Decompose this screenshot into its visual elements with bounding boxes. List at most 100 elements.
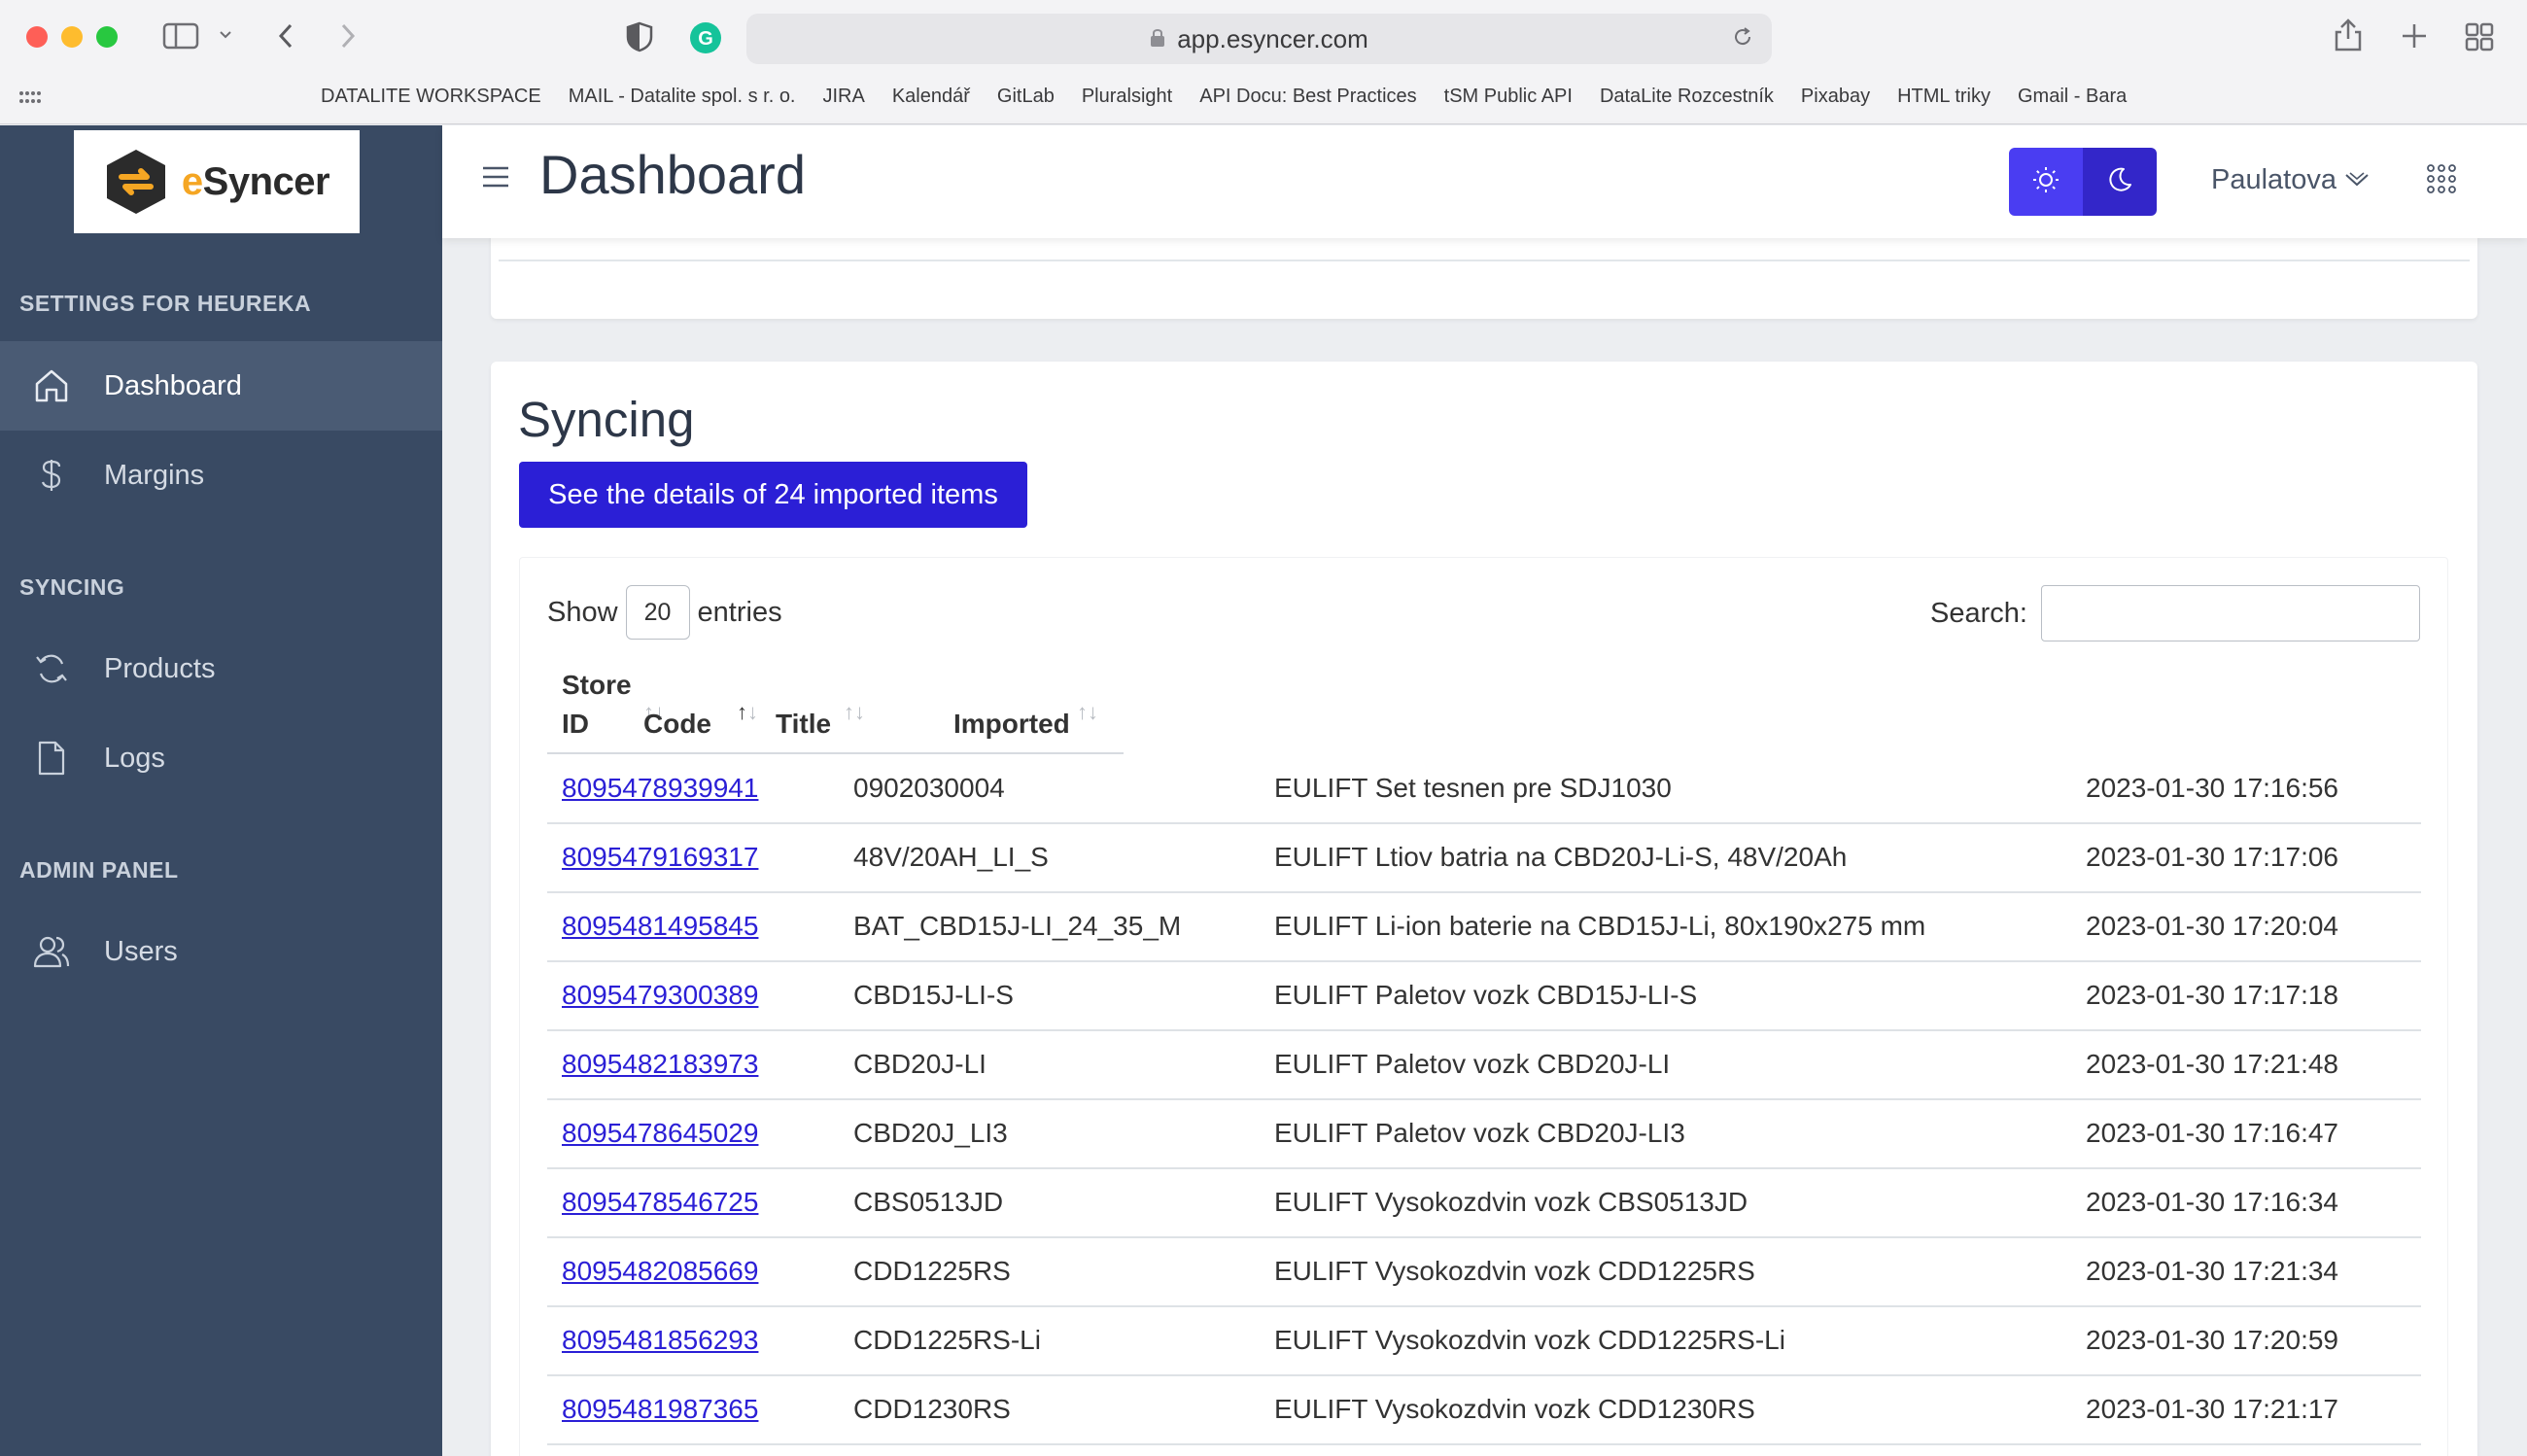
bookmark[interactable]: GitLab	[997, 86, 1055, 108]
column-header-imported[interactable]: Imported	[953, 705, 1070, 744]
bookmark[interactable]: DATALITE WORKSPACE	[321, 86, 541, 108]
sidebar-heading-syncing: SYNCING	[19, 574, 125, 600]
search-input[interactable]	[2041, 585, 2420, 641]
store-id-cell: 8095479169317	[562, 842, 758, 873]
esyncer-logo[interactable]: eSyncer	[74, 130, 360, 233]
hamburger-menu-icon[interactable]	[481, 164, 510, 194]
close-window-button[interactable]	[26, 26, 48, 48]
sidebar-item-label: Products	[104, 652, 216, 684]
store-id-link[interactable]: 8095478645029	[562, 1118, 758, 1148]
title-cell: EULIFT Paletov vozk CBD20J-LI	[1274, 1049, 1671, 1079]
bookmark[interactable]: JIRA	[823, 86, 865, 108]
store-id-link[interactable]: 8095482085669	[562, 1256, 758, 1286]
imported-cell: 2023-01-30 17:17:06	[2086, 842, 2338, 872]
sort-icon[interactable]: ↑↓	[1077, 700, 1098, 725]
code-cell: CDD1225RS-Li	[853, 1325, 1041, 1355]
bookmark[interactable]: Pluralsight	[1082, 86, 1172, 108]
sidebar-item-products[interactable]: Products	[0, 624, 442, 713]
store-id-cell: 8095482183973	[562, 1049, 758, 1080]
address-bar[interactable]: app.esyncer.com	[746, 14, 1772, 64]
page-size-select[interactable]: 20	[625, 585, 690, 640]
svg-text:G: G	[698, 28, 713, 50]
bookmark[interactable]: Kalendář	[892, 86, 970, 108]
bookmark[interactable]: tSM Public API	[1444, 86, 1573, 108]
light-mode-button[interactable]	[2009, 148, 2083, 216]
see-details-button[interactable]: See the details of 24 imported items	[519, 462, 1027, 528]
sidebar-heading-settings: SETTINGS FOR HEUREKA	[19, 291, 312, 316]
sun-icon	[2031, 165, 2060, 199]
column-header-title[interactable]: Title	[776, 705, 831, 744]
theme-toggle[interactable]	[2009, 148, 2157, 216]
back-icon[interactable]	[276, 21, 295, 51]
file-icon	[28, 740, 75, 777]
sidebar-heading-admin: ADMIN PANEL	[19, 857, 179, 883]
sidebar-item-users[interactable]: Users	[0, 907, 442, 996]
title-cell: EULIFT Set tesnen pre SDJ1030	[1274, 773, 1672, 803]
chevron-down-icon	[2344, 164, 2370, 196]
bookmark[interactable]: MAIL - Datalite spol. s r. o.	[569, 86, 796, 108]
sidebar-toggle-icon[interactable]	[162, 21, 199, 51]
user-menu[interactable]: Paulatova	[2211, 164, 2370, 196]
code-cell: CBD20J_LI3	[853, 1118, 1008, 1148]
privacy-shield-icon[interactable]	[626, 21, 653, 52]
sort-icon[interactable]: ↑↓	[844, 700, 865, 725]
store-id-cell: 8095478645029	[562, 1118, 758, 1149]
logo-text: eSyncer	[181, 159, 330, 203]
share-icon[interactable]	[2333, 17, 2364, 52]
sidebar-item-margins[interactable]: Margins	[0, 431, 442, 520]
lock-icon	[1150, 24, 1165, 54]
sort-ascending-icon[interactable]: ↑↓	[737, 700, 758, 725]
store-id-link[interactable]: 8095479300389	[562, 980, 758, 1010]
code-cell: CBD20J-LI	[853, 1049, 987, 1079]
section-title: Syncing	[518, 392, 695, 447]
store-id-link[interactable]: 8095478546725	[562, 1187, 758, 1217]
bookmark[interactable]: HTML triky	[1897, 86, 1990, 108]
table-row: 8095482085669 CDD1225RS EULIFT Vysokozdv…	[547, 1238, 2421, 1307]
imported-cell: 2023-01-30 17:20:04	[2086, 911, 2338, 941]
sidebar-item-dashboard[interactable]: Dashboard	[0, 341, 442, 431]
store-id-link[interactable]: 8095481987365	[562, 1394, 758, 1424]
grammarly-extension-icon[interactable]: G	[689, 21, 722, 54]
bookmark[interactable]: DataLite Rozcestník	[1600, 86, 1774, 108]
top-header: Dashboard Paulatova	[442, 125, 2527, 238]
minimize-window-button[interactable]	[61, 26, 83, 48]
column-header-store-id[interactable]: Store ID	[562, 666, 632, 744]
title-cell: EULIFT Ltiov batria na CBD20J-Li-S, 48V/…	[1274, 842, 1848, 872]
store-id-cell: 8095478939941	[562, 773, 758, 804]
tab-overview-icon[interactable]	[2464, 21, 2495, 52]
bookmark[interactable]: API Docu: Best Practices	[1199, 86, 1416, 108]
zoom-window-button[interactable]	[96, 26, 118, 48]
chevron-down-icon[interactable]	[218, 27, 233, 43]
store-id-link[interactable]: 8095479169317	[562, 842, 758, 872]
bookmark[interactable]: Gmail - Bara	[2018, 86, 2127, 108]
apps-grid-icon[interactable]	[2425, 162, 2458, 200]
store-id-link[interactable]: 8095481495845	[562, 911, 758, 941]
store-id-link[interactable]: 8095481856293	[562, 1325, 758, 1355]
store-id-link[interactable]: 8095478939941	[562, 773, 758, 803]
imported-cell: 2023-01-30 17:20:59	[2086, 1325, 2338, 1355]
reload-icon[interactable]	[1731, 25, 1754, 55]
new-tab-icon[interactable]	[2400, 21, 2429, 51]
store-id-cell: 8095478546725	[562, 1187, 758, 1218]
dark-mode-button[interactable]	[2083, 148, 2157, 216]
imported-cell: 2023-01-30 17:21:17	[2086, 1394, 2338, 1424]
sidebar-item-label: Margins	[104, 459, 205, 491]
code-cell: CDD1230RS	[853, 1394, 1011, 1424]
store-id-link[interactable]: 8095482183973	[562, 1049, 758, 1079]
entries-label: entries	[697, 596, 782, 628]
store-id-cell: 8095482085669	[562, 1256, 758, 1287]
store-id-cell: 8095481987365	[562, 1394, 758, 1425]
bookmarks-grid-icon[interactable]	[17, 87, 41, 116]
bookmark[interactable]: Pixabay	[1801, 86, 1870, 108]
imported-cell: 2023-01-30 17:16:47	[2086, 1118, 2338, 1148]
forward-icon[interactable]	[338, 21, 358, 51]
imported-cell: 2023-01-30 17:17:18	[2086, 980, 2338, 1010]
table-row: 8095478546725 CBS0513JD EULIFT Vysokozdv…	[547, 1169, 2421, 1238]
column-header-code[interactable]: Code	[643, 705, 711, 744]
sidebar-item-logs[interactable]: Logs	[0, 713, 442, 803]
divider	[499, 260, 2470, 261]
user-name: Paulatova	[2211, 164, 2337, 195]
browser-chrome: G app.esyncer.com DATALITE WORKSPACE MAI…	[0, 0, 2527, 124]
title-cell: EULIFT Paletov vozk CBD20J-LI3	[1274, 1118, 1685, 1148]
table-row: 8095479300389 CBD15J-LI-S EULIFT Paletov…	[547, 962, 2421, 1031]
